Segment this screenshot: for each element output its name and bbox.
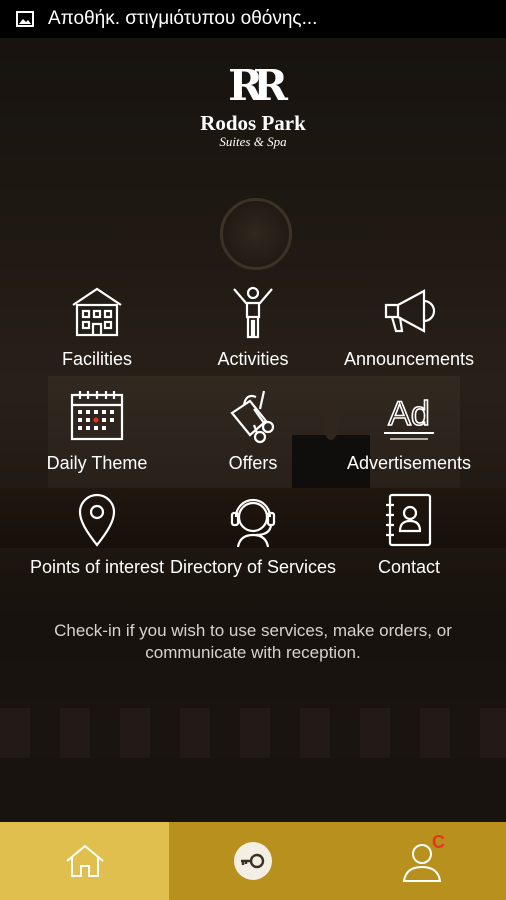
- home-icon: [65, 844, 104, 877]
- megaphone-icon: [384, 289, 436, 333]
- check-in-notice: Check-in if you wish to use services, ma…: [54, 621, 452, 662]
- menu-label: Advertisements: [346, 453, 472, 473]
- menu-item-offers[interactable]: Offers: [169, 387, 337, 476]
- shopping-bag-icon: [230, 390, 275, 444]
- logo-name: Rodos Park: [200, 111, 306, 135]
- menu-label: Facilities: [61, 349, 132, 369]
- menu-label: Activities: [217, 349, 289, 369]
- calendar-icon: [70, 391, 124, 441]
- menu-label: Points of interest: [29, 557, 165, 577]
- menu-item-points-of-interest[interactable]: Points of interest: [13, 491, 181, 580]
- headset-agent-icon: [230, 498, 276, 548]
- logo-mark: RR: [228, 61, 288, 110]
- menu-item-contact[interactable]: Contact: [325, 491, 493, 580]
- ad-icon: Ad: [384, 394, 434, 440]
- menu-item-facilities[interactable]: Facilities: [13, 283, 181, 372]
- logo-subtitle: Suites & Spa: [219, 134, 287, 149]
- status-bar: Αποθήκ. στιγμιότυπου οθόνης...: [0, 0, 506, 38]
- hotel-logo: RR Rodos Park Suites & Spa: [0, 62, 506, 150]
- menu-item-announcements[interactable]: Announcements: [325, 283, 493, 372]
- menu-item-directory-of-services[interactable]: Directory of Services: [169, 491, 337, 580]
- status-notification-text: Αποθήκ. στιγμιότυπου οθόνης...: [48, 8, 318, 29]
- tab-profile[interactable]: C: [337, 822, 506, 900]
- svg-text:Ad: Ad: [388, 395, 430, 433]
- menu-label: Contact: [377, 557, 441, 577]
- contact-book-icon: [386, 493, 432, 547]
- notification-badge: C: [432, 832, 445, 852]
- menu-item-daily-theme[interactable]: Daily Theme: [13, 387, 181, 476]
- image-icon: [16, 11, 34, 27]
- menu-label: Directory of Services: [169, 557, 337, 577]
- menu-label: Announcements: [343, 349, 475, 369]
- menu-label: Offers: [228, 453, 278, 473]
- hotel-building-icon: [72, 287, 122, 337]
- bottom-navigation: C: [0, 822, 506, 900]
- map-pin-icon: [78, 493, 116, 547]
- menu-item-activities[interactable]: Activities: [169, 283, 337, 372]
- menu-item-advertisements[interactable]: Ad Advertisements: [325, 387, 493, 476]
- key-icon: [234, 842, 272, 880]
- person-activity-icon: [233, 286, 273, 339]
- tab-check-in[interactable]: [169, 822, 337, 900]
- menu-label: Daily Theme: [46, 453, 148, 473]
- tab-home[interactable]: [0, 822, 169, 900]
